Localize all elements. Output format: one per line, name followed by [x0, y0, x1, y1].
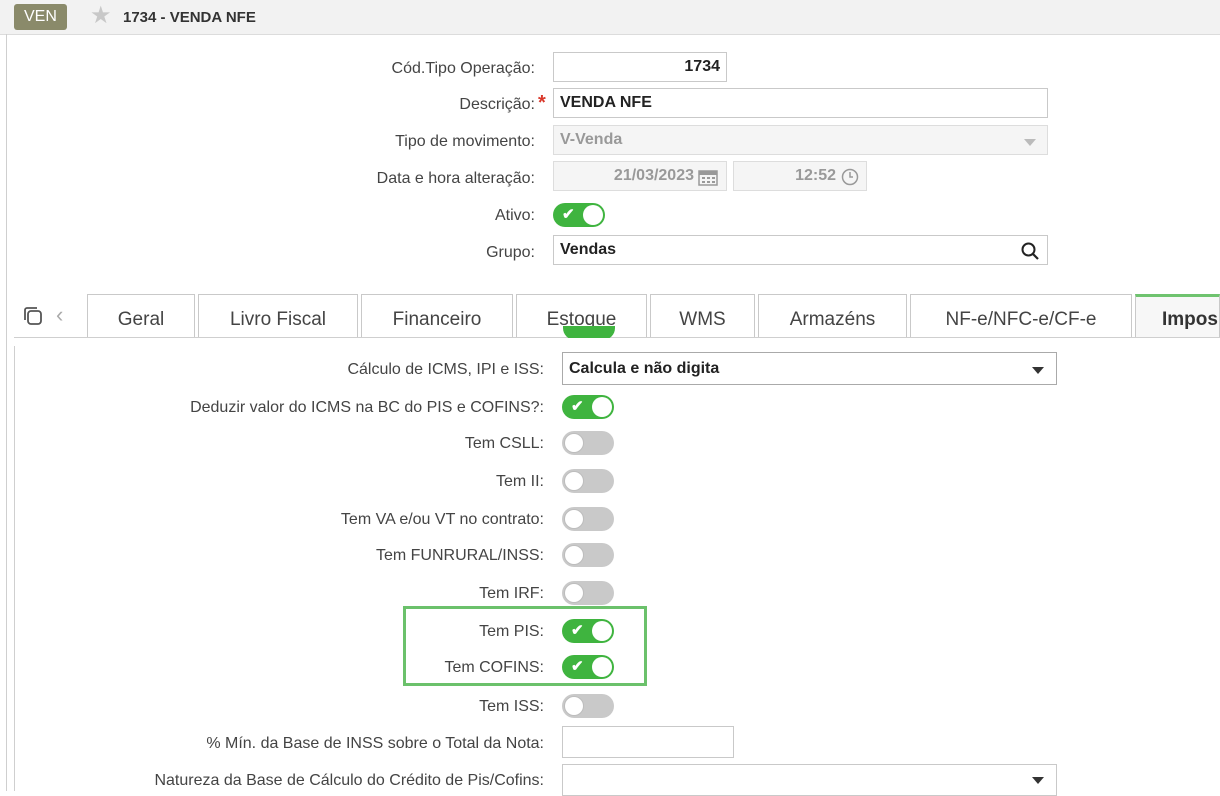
- toggle-deduzir-valor-do-icms-na-bc-do-pis-e-cofins[interactable]: ✔: [562, 395, 614, 419]
- calculo-label: Cálculo de ICMS, IPI e ISS:: [347, 361, 544, 378]
- tabs-scroll-left-icon[interactable]: ‹: [56, 302, 63, 328]
- clock-icon[interactable]: [841, 168, 859, 186]
- ativo-label: Ativo:: [494, 207, 535, 224]
- cod-input[interactable]: 1734: [553, 52, 727, 82]
- pis-cofins-highlight: [403, 606, 647, 686]
- label-tem-irf: Tem IRF:: [479, 585, 544, 602]
- copy-icon[interactable]: [22, 305, 44, 327]
- natureza-select[interactable]: [562, 764, 1057, 796]
- min-base-label: % Mín. da Base de INSS sobre o Total da …: [206, 735, 544, 752]
- toggle-tem-csll[interactable]: [562, 431, 614, 455]
- left-border: [6, 34, 7, 791]
- tab-impostos[interactable]: Impos: [1135, 294, 1220, 338]
- calculo-chevron-down-icon[interactable]: [1032, 367, 1044, 374]
- tab-nfe[interactable]: NF-e/NFC-e/CF-e: [910, 294, 1132, 338]
- tab-livro-fiscal[interactable]: Livro Fiscal: [198, 294, 358, 338]
- entity-badge: VEN: [14, 4, 67, 30]
- grupo-label: Grupo:: [486, 244, 535, 261]
- search-icon[interactable]: [1021, 242, 1039, 260]
- grupo-input[interactable]: Vendas: [553, 235, 1048, 265]
- natureza-chevron-down-icon[interactable]: [1032, 777, 1044, 784]
- descricao-input[interactable]: VENDA NFE: [553, 88, 1048, 118]
- required-marker: *: [538, 92, 546, 114]
- tab-wms[interactable]: WMS: [650, 294, 755, 338]
- natureza-label: Natureza da Base de Cálculo do Crédito d…: [154, 772, 544, 789]
- tipo-chevron-down-icon[interactable]: [1024, 139, 1036, 146]
- label-tem-funrural-inss: Tem FUNRURAL/INSS:: [375, 547, 544, 564]
- toggle-tem-funrural-inss[interactable]: [562, 543, 614, 567]
- calculo-select[interactable]: Calcula e não digita: [562, 352, 1057, 385]
- tab-financeiro[interactable]: Financeiro: [361, 294, 513, 338]
- window-title: 1734 - VENDA NFE: [123, 9, 256, 26]
- descricao-label: Descrição:: [459, 96, 535, 113]
- min-base-input[interactable]: [562, 726, 734, 758]
- data-label: Data e hora alteração:: [376, 170, 535, 187]
- label-tem-va-e-ou-vt-no-contrato: Tem VA e/ou VT no contrato:: [340, 511, 544, 528]
- tipo-value: V-Venda: [560, 131, 623, 148]
- check-icon: ✔: [571, 398, 584, 415]
- toggle-tem-irf[interactable]: [562, 581, 614, 605]
- calendar-icon[interactable]: [698, 168, 718, 186]
- favorite-star-icon[interactable]: ★: [90, 4, 112, 28]
- label-deduzir-valor-do-icms-na-bc-do-pis-e-cofins: Deduzir valor do ICMS na BC do PIS e COF…: [190, 399, 544, 416]
- label-tem-csll: Tem CSLL:: [464, 435, 544, 452]
- ativo-toggle[interactable]: ✔: [553, 203, 605, 227]
- label-tem-ii: Tem II:: [495, 473, 544, 490]
- check-icon: ✔: [562, 206, 575, 223]
- tipo-label: Tipo de movimento:: [395, 133, 535, 150]
- cod-label: Cód.Tipo Operação:: [391, 60, 535, 77]
- window-titlebar: VEN ★ 1734 - VENDA NFE: [0, 0, 1220, 35]
- tab-geral[interactable]: Geral: [87, 294, 195, 338]
- toggle-tem-iss[interactable]: [562, 694, 614, 718]
- toggle-tem-ii[interactable]: [562, 469, 614, 493]
- calculo-value: Calcula e não digita: [569, 360, 720, 377]
- toggle-tem-va-e-ou-vt-no-contrato[interactable]: [562, 507, 614, 531]
- label-tem-iss: Tem ISS:: [479, 698, 544, 715]
- panel-border: [14, 338, 15, 791]
- tipo-select[interactable]: V-Venda: [553, 125, 1048, 155]
- tab-armazens[interactable]: Armazéns: [758, 294, 907, 338]
